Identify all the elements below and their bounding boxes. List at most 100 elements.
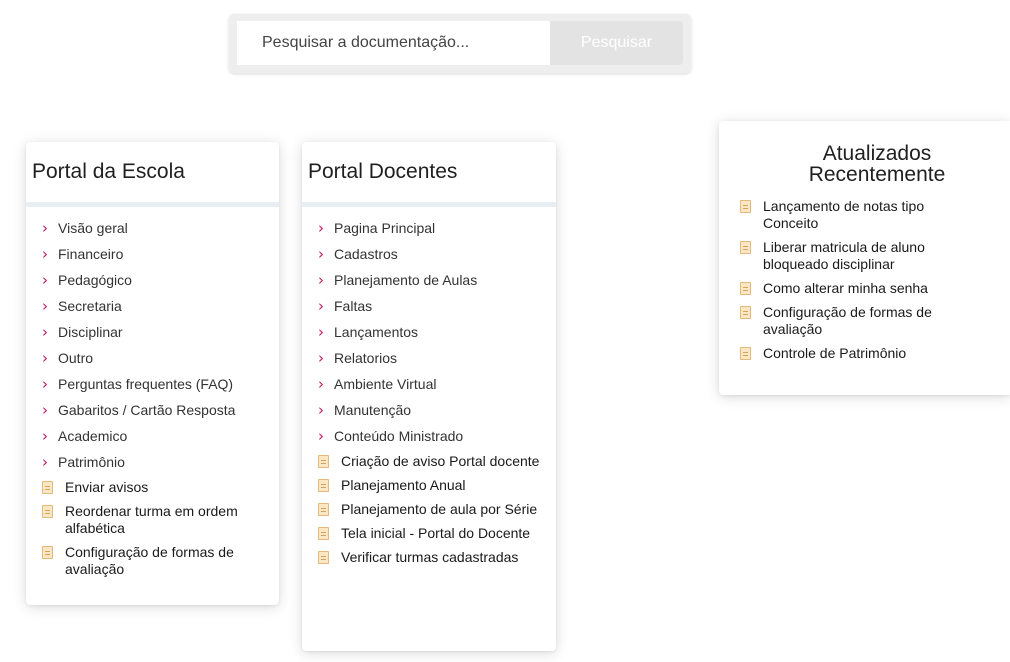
document-label: Reordenar turma em ordem alfabética: [65, 503, 238, 536]
chevron-right-icon: ›: [42, 374, 48, 393]
chevron-right-icon: ›: [318, 296, 324, 315]
category-label: Financeiro: [58, 246, 124, 262]
document-link-configuracao-de-formas-de-avaliacao[interactable]: Configuração de formas de avaliação: [42, 544, 265, 578]
category-link-relatorios[interactable]: › Relatorios: [318, 345, 546, 371]
document-label: Controle de Patrimônio: [763, 345, 907, 361]
document-label: Lançamento de notas tipo Conceito: [763, 198, 925, 231]
document-icon: [318, 479, 329, 492]
document-label: Liberar matricula de aluno bloqueado dis…: [763, 239, 925, 272]
category-label: Perguntas frequentes (FAQ): [58, 376, 234, 392]
chevron-right-icon: ›: [318, 322, 324, 341]
category-label: Pedagógico: [58, 272, 132, 288]
category-label: Faltas: [334, 298, 373, 314]
document-icon: [318, 503, 329, 516]
category-link-conteudo-ministrado[interactable]: › Conteúdo Ministrado: [318, 423, 546, 449]
category-label: Pagina Principal: [334, 220, 436, 236]
chevron-right-icon: ›: [318, 426, 324, 445]
document-link-controle-de-patrimonio[interactable]: Controle de Patrimônio: [740, 345, 996, 362]
chevron-right-icon: ›: [318, 244, 324, 263]
portal-escola-title: Portal da Escola: [32, 160, 185, 183]
document-icon: [318, 551, 329, 564]
search-input[interactable]: [237, 21, 550, 65]
category-link-outro[interactable]: › Outro: [42, 345, 265, 371]
chevron-right-icon: ›: [318, 348, 324, 367]
recent-documents: Lançamento de notas tipo Conceito Liberar…: [740, 198, 996, 362]
document-link-planejamento-anual[interactable]: Planejamento Anual: [318, 477, 546, 494]
category-label: Planejamento de Aulas: [334, 272, 478, 288]
chevron-right-icon: ›: [42, 348, 48, 367]
document-label: Verificar turmas cadastradas: [341, 549, 519, 565]
category-label: Manutenção: [334, 402, 412, 418]
document-icon: [42, 505, 53, 518]
document-label: Criação de aviso Portal docente: [341, 453, 540, 469]
category-link-ambiente-virtual[interactable]: › Ambiente Virtual: [318, 371, 546, 397]
document-link-lancamento-de-notas-tipo-conceito[interactable]: Lançamento de notas tipo Conceito: [740, 198, 996, 232]
category-link-visao-geral[interactable]: › Visão geral: [42, 215, 265, 241]
category-link-cadastros[interactable]: › Cadastros: [318, 241, 546, 267]
category-label: Academico: [58, 428, 128, 444]
category-link-secretaria[interactable]: › Secretaria: [42, 293, 265, 319]
category-label: Ambiente Virtual: [334, 376, 437, 392]
portal-docentes-categories: › Pagina Principal › Cadastros › Planejamento…: [318, 215, 546, 449]
document-label: Tela inicial - Portal do Docente: [341, 525, 531, 541]
chevron-right-icon: ›: [42, 322, 48, 341]
document-link-enviar-avisos[interactable]: Enviar avisos: [42, 479, 265, 496]
document-icon: [42, 546, 53, 559]
category-label: Visão geral: [58, 220, 128, 236]
chevron-right-icon: ›: [318, 270, 324, 289]
document-link-planejamento-de-aula-por-serie[interactable]: Planejamento de aula por Série: [318, 501, 546, 518]
document-label: Configuração de formas de avaliação: [65, 544, 234, 577]
recent-updates-title: Atualizados Recentemente: [808, 142, 946, 186]
portal-docentes-card: Portal Docentes › Pagina Principal › Cadast…: [302, 142, 556, 651]
document-link-verificar-turmas-cadastradas[interactable]: Verificar turmas cadastradas: [318, 549, 546, 566]
document-label: Planejamento de aula por Série: [341, 501, 538, 517]
search-bar: Pesquisar: [229, 14, 691, 73]
chevron-right-icon: ›: [42, 400, 48, 419]
chevron-right-icon: ›: [42, 218, 48, 237]
document-label: Como alterar minha senha: [763, 280, 928, 296]
document-label: Enviar avisos: [65, 479, 149, 495]
category-link-patrimonio[interactable]: › Patrimônio: [42, 449, 265, 475]
category-label: Gabaritos / Cartão Resposta: [58, 402, 236, 418]
document-icon: [42, 481, 53, 494]
document-link-como-alterar-minha-senha[interactable]: Como alterar minha senha: [740, 280, 996, 297]
document-label: Planejamento Anual: [341, 477, 466, 493]
card-header: Portal Docentes: [302, 142, 556, 202]
category-label: Cadastros: [334, 246, 398, 262]
category-link-faltas[interactable]: › Faltas: [318, 293, 546, 319]
category-label: Disciplinar: [58, 324, 123, 340]
document-label: Configuração de formas de avaliação: [763, 304, 932, 337]
document-link-reordenar-turma-em-ordem-alfabetica[interactable]: Reordenar turma em ordem alfabética: [42, 503, 265, 537]
category-link-perguntas-frequentes-faq[interactable]: › Perguntas frequentes (FAQ): [42, 371, 265, 397]
portal-escola-card: Portal da Escola › Visão geral › Financeiro…: [26, 142, 279, 605]
category-label: Lançamentos: [334, 324, 419, 340]
category-label: Outro: [58, 350, 94, 366]
category-link-planejamento-de-aulas[interactable]: › Planejamento de Aulas: [318, 267, 546, 293]
document-icon: [318, 455, 329, 468]
document-icon: [740, 306, 751, 319]
document-icon: [740, 241, 751, 254]
category-link-pagina-principal[interactable]: › Pagina Principal: [318, 215, 546, 241]
chevron-right-icon: ›: [42, 270, 48, 289]
search-button[interactable]: Pesquisar: [550, 21, 683, 65]
document-link-liberar-matricula-de-aluno-bloqueado-disciplinar[interactable]: Liberar matricula de aluno bloqueado dis…: [740, 239, 996, 273]
category-link-pedagogico[interactable]: › Pedagógico: [42, 267, 265, 293]
recent-updates-card: Atualizados Recentemente Lançamento de n…: [719, 121, 1010, 395]
document-link-criacao-de-aviso-portal-docente[interactable]: Criação de aviso Portal docente: [318, 453, 546, 470]
category-link-gabaritos-cartao-resposta[interactable]: › Gabaritos / Cartão Resposta: [42, 397, 265, 423]
chevron-right-icon: ›: [318, 400, 324, 419]
document-link-tela-inicial-portal-do-docente[interactable]: Tela inicial - Portal do Docente: [318, 525, 546, 542]
chevron-right-icon: ›: [42, 426, 48, 445]
category-link-lancamentos[interactable]: › Lançamentos: [318, 319, 546, 345]
category-label: Secretaria: [58, 298, 122, 314]
portal-escola-categories: › Visão geral › Financeiro › Pedagógico › Secre…: [42, 215, 265, 475]
document-icon: [740, 200, 751, 213]
category-link-financeiro[interactable]: › Financeiro: [42, 241, 265, 267]
category-link-manutencao[interactable]: › Manutenção: [318, 397, 546, 423]
document-icon: [740, 347, 751, 360]
category-link-academico[interactable]: › Academico: [42, 423, 265, 449]
portal-docentes-documents: Criação de aviso Portal docente Planejame…: [318, 453, 546, 566]
document-icon: [740, 282, 751, 295]
category-link-disciplinar[interactable]: › Disciplinar: [42, 319, 265, 345]
document-link-configuracao-de-formas-de-avaliacao[interactable]: Configuração de formas de avaliação: [740, 304, 996, 338]
